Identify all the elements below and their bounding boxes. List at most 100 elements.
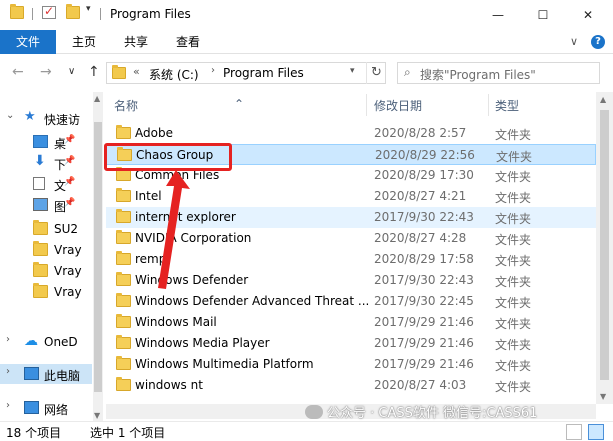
table-row[interactable]: Windows Mail 2017/9/29 21:46 文件夹 — [106, 312, 596, 333]
breadcrumb-drive[interactable]: 系统 (C:) — [149, 66, 199, 83]
picture-icon — [33, 198, 48, 211]
close-button[interactable]: ✕ — [565, 0, 611, 30]
nav-item-folder[interactable]: Vray — [0, 282, 92, 302]
table-row[interactable]: Adobe 2020/8/28 2:57 文件夹 — [106, 123, 596, 144]
wechat-icon — [305, 405, 323, 419]
nav-item-folder[interactable]: Vray — [0, 240, 92, 260]
column-header-type[interactable]: 类型 — [495, 97, 519, 114]
pin-icon: 📌 — [64, 177, 76, 187]
properties-icon[interactable] — [42, 4, 56, 19]
file-name: Windows Media Player — [135, 336, 270, 350]
recent-locations-button[interactable]: ∨ — [68, 66, 75, 77]
file-list-scrollbar[interactable]: ▲ ▼ — [596, 92, 613, 404]
help-icon[interactable]: ? — [591, 35, 605, 49]
search-box[interactable]: ⌕ 搜索"Program Files" — [397, 62, 600, 84]
folder-icon — [116, 272, 131, 286]
table-row[interactable]: Windows Defender Advanced Threat ... 2017… — [106, 291, 596, 312]
nav-network[interactable]: › 网络 — [0, 398, 92, 418]
address-dropdown-icon[interactable]: ▾ — [350, 66, 355, 76]
table-row[interactable]: Windows Multimedia Platform 2017/9/29 21:… — [106, 354, 596, 375]
back-button[interactable]: ← — [12, 64, 24, 80]
column-header-date[interactable]: 修改日期 — [374, 97, 422, 114]
nav-this-pc[interactable]: › 此电脑 — [0, 364, 92, 384]
tab-share[interactable]: 共享 — [114, 30, 158, 54]
file-date: 2020/8/27 4:28 — [374, 231, 467, 245]
table-row[interactable]: Intel 2020/8/27 4:21 文件夹 — [106, 186, 596, 207]
annotation-highlight-box — [104, 143, 232, 171]
folder-icon — [112, 65, 126, 79]
file-type: 文件夹 — [495, 233, 532, 247]
column-header-name[interactable]: 名称 — [114, 97, 138, 114]
scrollbar-thumb[interactable] — [94, 122, 102, 392]
table-row[interactable]: NVIDIA Corporation 2020/8/27 4:28 文件夹 — [106, 228, 596, 249]
chevron-right-icon[interactable]: › — [6, 334, 10, 345]
table-row[interactable]: Windows Media Player 2017/9/29 21:46 文件夹 — [106, 333, 596, 354]
nav-item-folder[interactable]: Vray — [0, 261, 92, 281]
forward-button[interactable]: → — [40, 64, 52, 80]
file-date: 2020/8/29 17:30 — [374, 168, 474, 182]
table-row[interactable]: windows nt 2020/8/27 4:03 文件夹 — [106, 375, 596, 396]
navigation-pane-scrollbar[interactable]: ▲ ▼ — [93, 92, 103, 422]
file-date: 2020/8/28 2:57 — [374, 126, 467, 140]
scrollbar-thumb[interactable] — [600, 110, 609, 380]
watermark: 公众号 · CASS软件 微信号:CASS61 — [305, 402, 537, 421]
chevron-right-icon[interactable]: › — [211, 65, 215, 76]
nav-item-pictures[interactable]: 图 📌 — [0, 195, 92, 215]
file-name: Intel — [135, 189, 162, 203]
nav-item-downloads[interactable]: ⬇ 下 📌 — [0, 153, 92, 173]
folder-icon — [116, 335, 131, 349]
breadcrumb-overflow[interactable]: « — [133, 65, 140, 78]
expand-ribbon-icon[interactable]: ∨ — [570, 35, 578, 48]
maximize-button[interactable]: ☐ — [520, 0, 566, 30]
file-date: 2017/9/30 22:45 — [374, 294, 474, 308]
scroll-up-icon[interactable]: ▲ — [94, 94, 100, 103]
file-date: 2017/9/30 22:43 — [374, 273, 474, 287]
chevron-right-icon[interactable]: › — [6, 400, 10, 411]
tab-file[interactable]: 文件 — [0, 30, 56, 54]
column-headers: ⌃ 名称 修改日期 类型 — [106, 92, 596, 118]
file-type: 文件夹 — [495, 128, 532, 142]
search-input[interactable]: 搜索"Program Files" — [420, 66, 536, 83]
minimize-button[interactable]: — — [475, 0, 521, 30]
tab-home[interactable]: 主页 — [62, 30, 106, 54]
customize-quick-access-icon[interactable]: ▾ — [86, 4, 91, 14]
new-folder-icon[interactable] — [66, 4, 80, 19]
file-type: 文件夹 — [495, 212, 532, 226]
nav-onedrive[interactable]: › ☁ OneD — [0, 332, 92, 352]
chevron-down-icon[interactable]: ⌄ — [6, 110, 14, 121]
nav-quick-access[interactable]: ⌄ ★ 快速访 — [0, 108, 92, 128]
up-button[interactable]: ↑ — [88, 64, 100, 80]
item-count: 18 个项目 — [6, 426, 62, 440]
folder-icon — [116, 188, 131, 202]
file-type: 文件夹 — [495, 296, 532, 310]
column-divider[interactable] — [488, 94, 489, 116]
table-row[interactable]: rempl 2020/8/29 17:58 文件夹 — [106, 249, 596, 270]
refresh-button[interactable]: ↻ — [366, 62, 386, 84]
large-icons-view-button[interactable] — [588, 424, 604, 440]
divider — [100, 8, 101, 20]
details-view-button[interactable] — [566, 424, 582, 440]
nav-item-documents[interactable]: 文 📌 — [0, 174, 92, 194]
file-date: 2017/9/29 21:46 — [374, 315, 474, 329]
selection-count: 选中 1 个项目 — [90, 426, 166, 440]
table-row[interactable]: Windows Defender 2017/9/30 22:43 文件夹 — [106, 270, 596, 291]
chevron-right-icon[interactable]: › — [6, 366, 10, 377]
table-row[interactable]: internet explorer 2017/9/30 22:43 文件夹 — [106, 207, 596, 228]
download-icon: ⬇ — [34, 153, 46, 169]
address-bar[interactable]: « 系统 (C:) › Program Files — [106, 62, 386, 84]
folder-icon — [116, 377, 131, 391]
breadcrumb-folder[interactable]: Program Files — [223, 66, 304, 80]
nav-item-folder[interactable]: SU2 — [0, 219, 92, 239]
file-type: 文件夹 — [495, 170, 532, 184]
scroll-up-icon[interactable]: ▲ — [600, 95, 606, 104]
folder-icon — [116, 230, 131, 244]
folder-icon — [116, 251, 131, 265]
nav-item-desktop[interactable]: 桌 📌 — [0, 132, 92, 152]
tab-view[interactable]: 查看 — [166, 30, 210, 54]
column-divider[interactable] — [366, 94, 367, 116]
star-icon: ★ — [24, 109, 36, 124]
document-icon — [33, 177, 45, 190]
scroll-down-icon[interactable]: ▼ — [94, 411, 100, 420]
file-date: 2020/8/29 22:56 — [375, 148, 475, 162]
scroll-down-icon[interactable]: ▼ — [600, 392, 606, 401]
